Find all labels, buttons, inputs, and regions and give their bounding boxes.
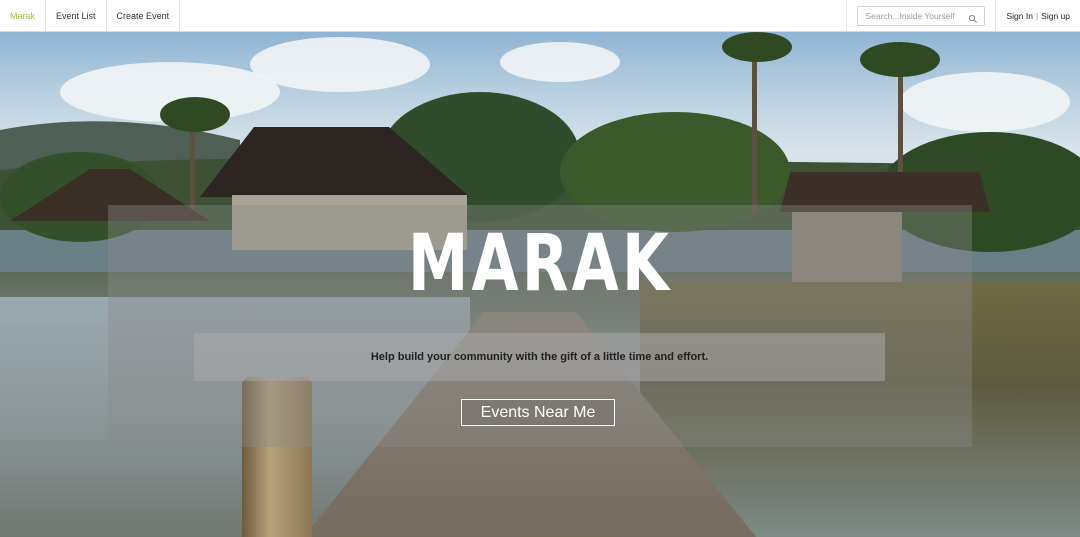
search-container — [846, 0, 997, 31]
brand-link[interactable]: Marak — [0, 0, 47, 31]
sign-in-link[interactable]: Sign In — [1006, 11, 1032, 21]
cloud — [500, 42, 620, 82]
events-near-me-button[interactable]: Events Near Me — [461, 399, 615, 426]
auth-links: Sign In | Sign up — [996, 0, 1080, 31]
nav-link-create-event[interactable]: Create Event — [107, 0, 181, 31]
cloud — [250, 37, 430, 92]
hero-tagline: Help build your community with the gift … — [370, 351, 709, 363]
sign-up-link[interactable]: Sign up — [1041, 11, 1070, 21]
hero-title: MARAK — [407, 219, 673, 309]
auth-separator: | — [1035, 10, 1039, 21]
search-box[interactable] — [857, 5, 986, 26]
nav-link-event-list[interactable]: Event List — [46, 0, 107, 31]
top-navbar: Marak Event List Create Event Sign In | … — [0, 0, 1080, 32]
palm-tree — [860, 42, 940, 77]
palm-tree — [752, 42, 757, 212]
palm-tree — [160, 97, 230, 132]
search-input[interactable] — [865, 10, 966, 21]
palm-tree — [722, 32, 792, 62]
tagline-bar: Help build your community with the gift … — [194, 333, 885, 381]
search-icon[interactable] — [968, 11, 978, 23]
